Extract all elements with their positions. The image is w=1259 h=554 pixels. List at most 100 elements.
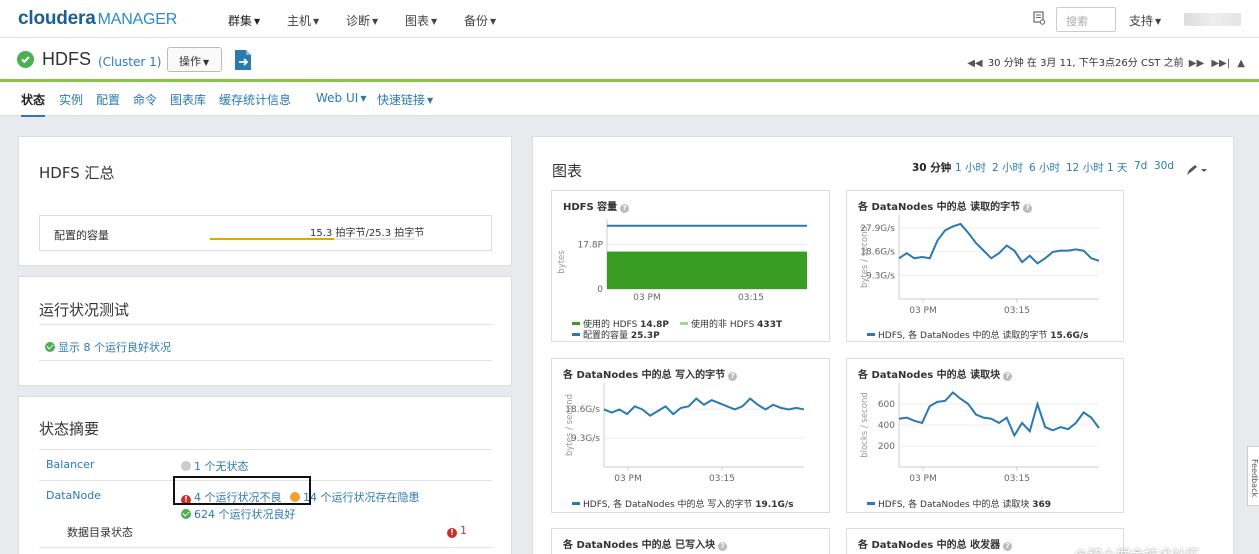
y-tick-label: 400 [878,421,895,431]
feedback-tab[interactable]: Feedback [1247,446,1259,506]
tab-cache-stats[interactable]: 缓存统计信息 [219,91,291,108]
user-menu[interactable] [1184,13,1241,26]
datanode-link[interactable]: DataNode [46,489,101,502]
actions-button[interactable]: 操作 ▼ [167,47,222,72]
help-icon[interactable]: ? [1003,542,1013,551]
capacity-row: 配置的容量 15.3 拍字节/25.3 拍字节 [39,215,492,251]
time-range-4[interactable]: 12 小时 [1066,160,1104,175]
x-tick-label: 03 PM [909,306,937,316]
chart-hdfs-capacity[interactable]: HDFS 容量? 17.8P 0 03 PM 03:15 bytes 使用的 HDFS … [551,190,830,342]
forward-icon[interactable]: ▶▶ [1189,58,1204,69]
time-range-3[interactable]: 6 小时 [1029,160,1060,175]
legend-item[interactable]: 配置的容量 25.3P [572,328,660,341]
tab-commands[interactable]: 命令 [133,91,157,108]
bad-health-icon: ! [447,528,457,538]
y-axis-label: blocks / second [860,392,870,458]
x-tick-label: 03:15 [709,474,735,484]
series-line [603,397,805,417]
search-input[interactable]: 搜索 [1056,7,1116,32]
time-range-control[interactable]: ◀◀ 30 分钟 在 3月 11, 下午3点26分 CST 之前 ▶▶ ▶▶| … [965,54,1247,69]
capacity-bar [210,238,415,240]
health-tests-panel: 运行状况测试 显示 8 个运行良好状况 [18,276,512,386]
cloudera-manager-logo[interactable]: cloudera MANAGER [18,8,177,30]
legend-item[interactable]: HDFS, 各 DataNodes 中的总 写入的字节 19.1G/s [572,497,794,510]
series-area-used-hdfs [607,252,807,289]
y-tick-label: 200 [878,442,895,452]
legend-item[interactable]: HDFS, 各 DataNodes 中的总 读取块 369 [867,497,1051,510]
x-tick-label: 03:15 [1004,306,1030,316]
highlight-annotation [173,476,311,505]
nav-diagnostics[interactable]: 诊断 ▼ [346,12,378,29]
good-health-icon [17,51,34,68]
tab-chart-library[interactable]: 图表库 [170,91,206,108]
x-tick-label: 03 PM [614,474,642,484]
tab-instances[interactable]: 实例 [59,91,83,108]
y-tick-label: 9.3G/s [571,434,600,444]
top-navbar: cloudera MANAGER 群集 ▼ 主机 ▼ 诊断 ▼ 图表 ▼ 备份 ▼ 搜索 支… [0,0,1259,38]
capacity-bar-fill [210,238,335,240]
time-range-7[interactable]: 30d [1154,160,1174,172]
status-summary-panel: 状态摘要 Balancer 1 个无状态 DataNode ! 4 个运行状况不良… [18,396,512,554]
time-range-1[interactable]: 1 小时 [955,160,986,175]
y-axis-label: bytes / second [565,394,575,456]
chart-bytes-written[interactable]: 各 DataNodes 中的总 写入的字节? 18.6G/s 9.3G/s 03 P… [551,358,830,513]
chart-plot: 27.9G/s18.6G/s9.3G/s03 PM 03:15bytes / se… [860,215,1100,316]
balancer-status[interactable]: 1 个无状态 [181,458,249,474]
capacity-value: 15.3 拍字节/25.3 拍字节 [310,228,425,239]
panel-title: 运行状况测试 [39,301,130,319]
y-axis-label: bytes / second [860,226,870,288]
x-tick-label: 03:15 [1004,474,1030,484]
y-tick-label: 600 [878,400,895,410]
panel-title: 状态摘要 [39,420,100,438]
data-dir-status-count[interactable]: ! 1 [447,524,467,538]
cluster-link[interactable]: (Cluster 1) [98,55,161,69]
series-line [898,391,1100,438]
chart-plot: 600 400 200 03 PM 03:15 blocks / second [860,383,1100,484]
chart-blocks-read[interactable]: 各 DataNodes 中的总 读取块? 600 400 200 03 PM 03:15… [846,358,1124,513]
edit-charts-icon[interactable] [1186,164,1208,176]
tab-web-ui[interactable]: Web UI ▼ [316,91,366,105]
x-tick-label: 03 PM [909,474,937,484]
no-status-icon [181,461,191,471]
legend-item[interactable]: HDFS, 各 DataNodes 中的总 读取的字节 15.6G/s [867,328,1089,341]
chart-blocks-written[interactable]: 各 DataNodes 中的总 已写入块? [551,528,830,554]
service-name: HDFS [42,49,91,69]
chart-plot: 18.6G/s9.3G/s03 PM 03:15bytes / second [565,383,805,484]
chart-title: 各 DataNodes 中的总 收发器? [858,536,1013,551]
tab-quick-links[interactable]: 快速链接 ▼ [377,91,433,108]
tab-configuration[interactable]: 配置 [96,91,120,108]
y-tick-label: 17.8P [578,241,604,251]
datanode-good-link[interactable]: 624 个运行状况良好 [181,506,296,522]
panel-title: HDFS 汇总 [39,164,115,182]
service-tabs: 状态 实例 配置 命令 图表库 缓存统计信息 Web UI ▼ 快速链接 ▼ [0,82,1259,117]
help-icon[interactable]: ? [718,542,728,551]
service-header: HDFS (Cluster 1) 操作 ▼ ◀◀ 30 分钟 在 3月 11, 下… [0,38,1259,82]
y-axis-label: bytes [557,250,567,274]
rewind-icon[interactable]: ◀◀ [967,58,982,69]
nav-hosts[interactable]: 主机 ▼ [287,12,319,29]
time-range-6[interactable]: 7d [1134,160,1147,172]
chart-title: 各 DataNodes 中的总 已写入块? [563,536,728,551]
notification-icon[interactable] [1032,11,1046,25]
nav-support[interactable]: 支持 ▼ [1129,12,1161,29]
jump-end-icon[interactable]: ▶▶| [1211,58,1230,69]
tab-status[interactable]: 状态 [21,91,46,117]
timeline-chart-icon[interactable]: ▲ [1237,58,1245,69]
charts-title: 图表 [552,162,583,180]
data-dir-status-label: 数据目录状态 [67,526,133,539]
time-range-0[interactable]: 30 分钟 [912,160,951,175]
nav-charts[interactable]: 图表 ▼ [405,12,437,29]
balancer-link[interactable]: Balancer [46,458,94,471]
good-health-icon [45,342,55,352]
time-range-5[interactable]: 1 天 [1107,160,1128,175]
nav-clusters[interactable]: 群集 ▼ [228,12,260,29]
legend-item[interactable]: 使用的非 HDFS 433T [680,317,782,330]
chart-bytes-read[interactable]: 各 DataNodes 中的总 读取的字节? 27.9G/s 18.6G/s 9.3… [846,190,1124,342]
time-range-2[interactable]: 2 小时 [992,160,1023,175]
show-good-health-link[interactable]: 显示 8 个运行良好状况 [45,339,171,355]
x-tick-label: 03:15 [738,293,764,303]
export-icon[interactable] [233,49,253,71]
capacity-label: 配置的容量 [54,229,109,242]
x-tick-label: 03 PM [633,293,661,303]
nav-backup[interactable]: 备份 ▼ [464,12,496,29]
